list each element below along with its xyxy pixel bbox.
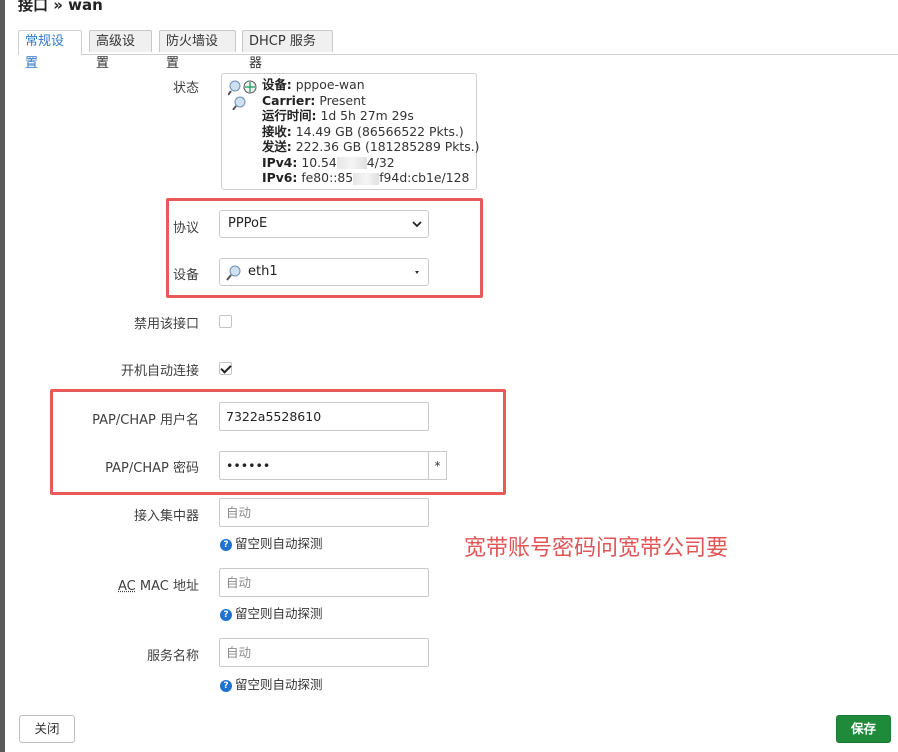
status-device-value: pppoe-wan <box>295 77 365 92</box>
service-name-label: 服务名称 <box>146 649 199 664</box>
highlight-box-protocol-device <box>166 198 483 298</box>
ac-mac-hint: ? 留空则自动探测 <box>220 603 323 622</box>
auto-connect-checkbox[interactable] <box>219 362 232 375</box>
status-carrier-key: Carrier: <box>262 92 316 108</box>
ac-mac-label-text: MAC 地址 <box>135 579 199 594</box>
concentrator-input[interactable]: 自动 <box>219 498 429 527</box>
help-icon: ? <box>220 609 232 621</box>
status-ipv6-value-end: f94d:cb1e/128 <box>379 170 470 185</box>
service-name-hint: ? 留空则自动探测 <box>220 674 323 693</box>
status-rx-key: 接收: <box>262 123 292 139</box>
concentrator-hint-text: 留空则自动探测 <box>235 536 323 551</box>
redacted-blur <box>336 157 367 169</box>
service-name-input[interactable]: 自动 <box>219 638 429 667</box>
pppoe-interface-icon <box>227 80 257 111</box>
status-tx-value: 222.36 GB (181285289 Pkts.) <box>295 139 480 154</box>
close-button[interactable]: 关闭 <box>19 715 75 743</box>
status-rx-value: 14.49 GB (86566522 Pkts.) <box>295 123 464 139</box>
ac-abbreviation: AC <box>118 579 136 594</box>
service-name-hint-text: 留空则自动探测 <box>235 677 323 692</box>
status-tx-key: 发送: <box>262 139 292 154</box>
status-panel: 设备: pppoe-wan Carrier: Present 运行时间: 1d … <box>221 73 480 190</box>
auto-connect-label: 开机自动连接 <box>120 364 199 379</box>
ac-mac-input[interactable]: 自动 <box>219 568 429 597</box>
status-ipv4-value-end: 4/32 <box>366 154 395 170</box>
help-icon: ? <box>220 680 232 692</box>
status-ipv6-key: IPv6: <box>262 170 298 185</box>
disable-interface-checkbox[interactable] <box>219 315 232 328</box>
status-ipv4-value-start: 10.54 <box>301 154 337 170</box>
status-uptime-value: 1d 5h 27m 29s <box>320 108 414 123</box>
status-carrier-value: Present <box>319 92 366 108</box>
status-ipv4-key: IPv4: <box>262 154 298 170</box>
help-icon: ? <box>220 539 232 551</box>
status-device-key: 设备: <box>262 77 292 92</box>
ac-mac-hint-text: 留空则自动探测 <box>235 606 323 621</box>
tab-firewall[interactable]: 防火墙设置 <box>159 30 236 71</box>
redacted-blur <box>353 172 380 185</box>
window-edge <box>0 0 5 752</box>
concentrator-label: 接入集中器 <box>133 509 199 524</box>
tab-general[interactable]: 常规设置 <box>18 30 82 71</box>
tab-dhcp[interactable]: DHCP 服务器 <box>242 30 333 71</box>
page-title: 接口 » wan <box>18 0 103 14</box>
ac-mac-label: AC MAC 地址 <box>118 575 199 594</box>
highlight-box-credentials <box>50 389 506 495</box>
disable-interface-label: 禁用该接口 <box>133 317 199 332</box>
status-label: 状态 <box>172 81 199 96</box>
status-uptime-key: 运行时间: <box>262 108 317 123</box>
annotation-text: 宽带账号密码问宽带公司要 <box>464 536 729 561</box>
concentrator-hint: ? 留空则自动探测 <box>220 533 323 552</box>
save-button[interactable]: 保存 <box>836 715 891 743</box>
status-ipv6-value-start: fe80::85 <box>301 170 354 185</box>
tab-bar: 常规设置 高级设置 防火墙设置 DHCP 服务器 <box>18 30 898 71</box>
tab-advanced[interactable]: 高级设置 <box>89 30 152 71</box>
